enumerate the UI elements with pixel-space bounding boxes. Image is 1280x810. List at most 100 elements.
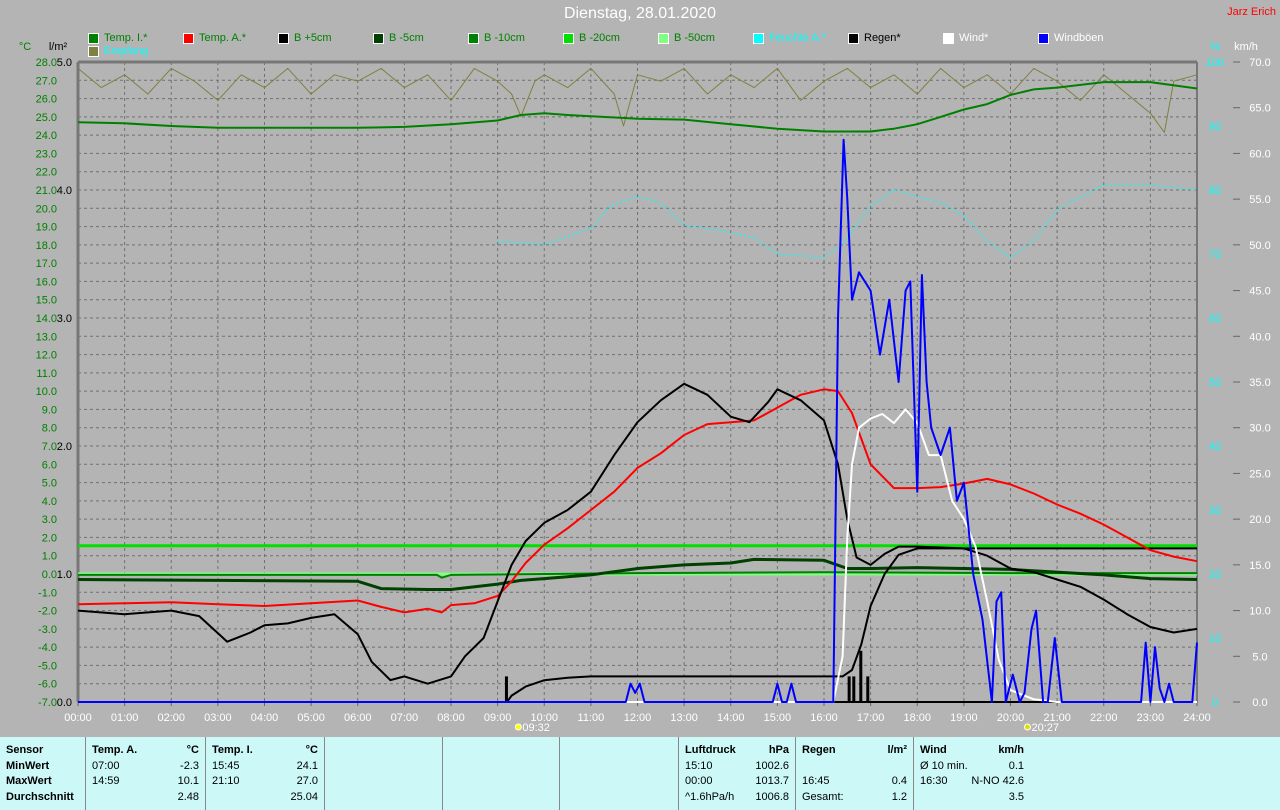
pressure-max-time: 00:00: [685, 775, 713, 787]
rain-tick-label: 5.0: [57, 57, 72, 69]
temp-tick-label: 7.0: [42, 441, 57, 453]
x-tick-label: 02:00: [157, 712, 185, 724]
wind-tick-label: 20.0: [1249, 514, 1270, 526]
humidity-tick-label: 30: [1209, 505, 1221, 517]
humidity-tick-label: 60: [1209, 313, 1221, 325]
x-tick-label: 06:00: [344, 712, 372, 724]
temp-tick-label: -6.0: [38, 679, 57, 691]
x-tick-label: 07:00: [391, 712, 419, 724]
rain-tick-label: 1.0: [57, 569, 72, 581]
wind-unit: km/h: [998, 744, 1024, 756]
humidity-tick-label: 70: [1209, 249, 1221, 261]
rain-tick-label: 0.0: [57, 697, 72, 709]
x-tick-label: 19:00: [950, 712, 978, 724]
temp-a-max-time: 14:59: [92, 775, 120, 787]
rain-total-label: Gesamt:: [802, 790, 844, 803]
wind-tick-label: 45.0: [1249, 286, 1270, 298]
temp-i-max: 27.0: [296, 775, 318, 787]
wind-tick-label: 40.0: [1249, 331, 1270, 343]
wind-title: Wind: [920, 744, 947, 756]
temp-tick-label: 20.0: [36, 203, 57, 215]
x-tick-label: 14:00: [717, 712, 745, 724]
x-tick-label: 13:00: [670, 712, 698, 724]
wind-tick-label: 70.0: [1249, 57, 1270, 69]
wind-tick-label: 0.0: [1252, 697, 1267, 709]
rain-tick-label: 4.0: [57, 185, 72, 197]
sunrise-icon: [514, 723, 522, 731]
col-sensor: Sensor MinWert MaxWert Durchschnitt: [0, 737, 86, 810]
temp-tick-label: -1.0: [38, 587, 57, 599]
temp-tick-label: 21.0: [36, 185, 57, 197]
wind-tick-label: 30.0: [1249, 423, 1270, 435]
wind-tick-label: 50.0: [1249, 240, 1270, 252]
pressure-avg: 1006.8: [755, 790, 789, 803]
rain-tick-label: 3.0: [57, 313, 72, 325]
col-pressure: Luftdruck hPa 15:10 1002.6 00:00 1013.7 ^1.…: [679, 737, 796, 810]
temp-i-min: 24.1: [296, 759, 318, 772]
wind-tick-label: 5.0: [1252, 651, 1267, 663]
pressure-unit: hPa: [768, 744, 789, 756]
x-tick-label: 12:00: [624, 712, 652, 724]
x-tick-label: 20:00: [997, 712, 1025, 724]
humidity-tick-label: 40: [1209, 441, 1221, 453]
pressure-title: Luftdruck: [685, 744, 736, 756]
temp-tick-label: 5.0: [42, 478, 57, 490]
x-tick-label: 01:00: [111, 712, 139, 724]
x-tick-label: 22:00: [1090, 712, 1118, 724]
temp-tick-label: 19.0: [36, 222, 57, 234]
row-avg-label: Durchschnitt: [6, 790, 74, 803]
rain-bar: [852, 676, 856, 702]
humidity-tick-label: 50: [1209, 377, 1221, 389]
col-temp-i: Temp. I. °C 15:45 24.1 21:10 27.0 25.04: [206, 737, 325, 810]
rain-bar: [866, 676, 870, 702]
temp-tick-label: -4.0: [38, 642, 57, 654]
humidity-tick-label: 20: [1209, 569, 1221, 581]
wind-tick-label: 35.0: [1249, 377, 1270, 389]
x-tick-label: 00:00: [64, 712, 92, 724]
temp-i-min-time: 15:45: [212, 759, 240, 772]
rain-total: 1.2: [891, 790, 907, 803]
temp-i-unit: °C: [305, 744, 318, 756]
x-tick-label: 15:00: [764, 712, 792, 724]
temp-tick-label: 17.0: [36, 258, 57, 270]
humidity-tick-label: 80: [1209, 185, 1221, 197]
temp-tick-label: -5.0: [38, 660, 57, 672]
pressure-max: 1013.7: [755, 775, 789, 787]
wind-tick-label: 55.0: [1249, 194, 1270, 206]
temp-tick-label: 2.0: [42, 532, 57, 544]
humidity-axis-label: %: [1210, 41, 1220, 53]
rain-bar: [504, 676, 508, 702]
x-tick-label: 24:00: [1183, 712, 1211, 724]
rain-tick-label: 2.0: [57, 441, 72, 453]
pressure-min-time: 15:10: [685, 759, 713, 772]
humidity-tick-label: 10: [1209, 633, 1221, 645]
weather-chart: -7.0-6.0-5.0-4.0-3.0-2.0-1.00.01.02.03.0…: [19, 41, 1271, 734]
sunrise-label: 09:32: [522, 722, 550, 734]
x-tick-label: 05:00: [297, 712, 325, 724]
temp-a-unit: °C: [186, 744, 199, 756]
temp-tick-label: 8.0: [42, 423, 57, 435]
rain-title: Regen: [802, 744, 836, 756]
temp-tick-label: 18.0: [36, 240, 57, 252]
temp-tick-label: -7.0: [38, 697, 57, 709]
temp-tick-label: 28.0: [36, 57, 57, 69]
stats-table: Sensor MinWert MaxWert Durchschnitt Temp…: [0, 737, 1280, 810]
humidity-tick-label: 100: [1206, 57, 1224, 69]
temp-tick-label: 4.0: [42, 496, 57, 508]
col-empty-1: [325, 737, 443, 810]
row-max-label: MaxWert: [6, 775, 52, 787]
rain-max-time: 16:45: [802, 775, 830, 787]
x-tick-label: 16:00: [810, 712, 838, 724]
temp-a-title: Temp. A.: [92, 744, 138, 756]
col-empty-3: [560, 737, 679, 810]
pressure-trend: ^1.6hPa/h: [685, 790, 735, 803]
rain-unit: l/m²: [887, 744, 907, 756]
temp-tick-label: 23.0: [36, 148, 57, 160]
wind-avg10-label: Ø 10 min.: [920, 759, 968, 772]
pressure-min: 1002.6: [755, 759, 789, 772]
x-tick-label: 03:00: [204, 712, 232, 724]
temp-tick-label: -2.0: [38, 606, 57, 618]
temp-tick-label: 11.0: [36, 368, 57, 380]
x-tick-label: 04:00: [251, 712, 279, 724]
sunset-icon: [1023, 723, 1031, 731]
